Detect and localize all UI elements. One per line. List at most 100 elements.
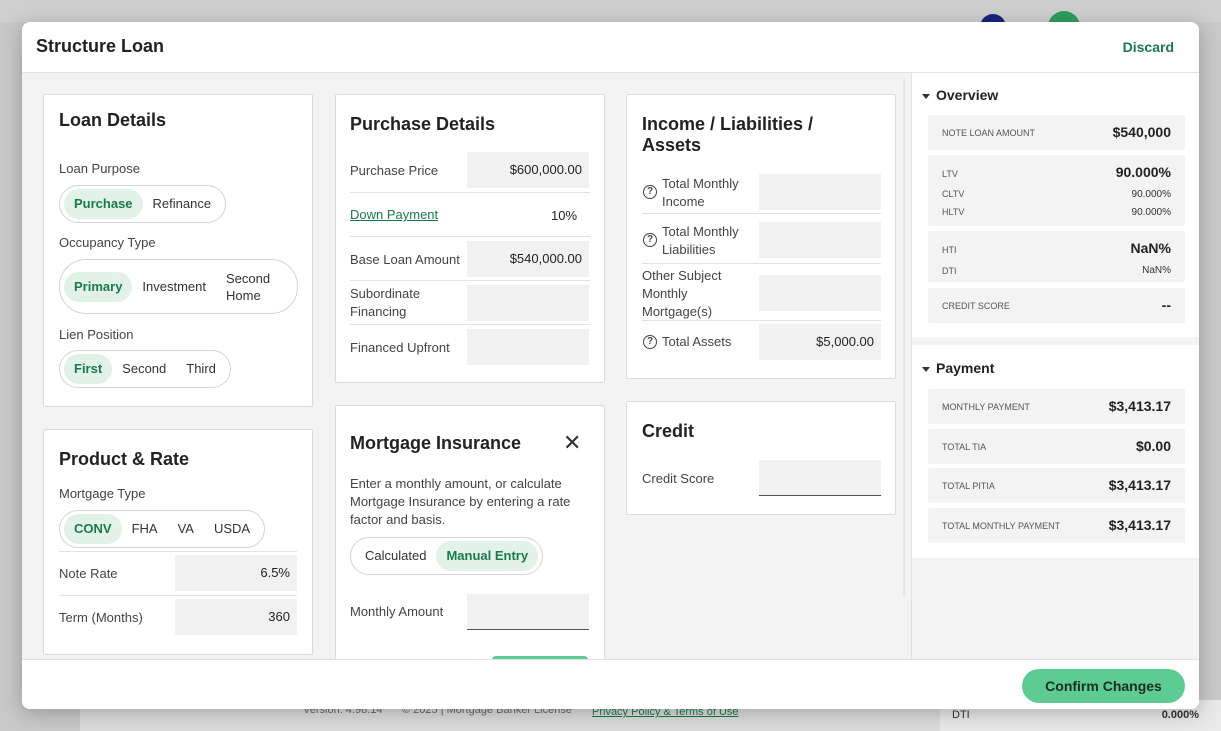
hti-dti-stat: HTI NaN% DTI NaN% bbox=[928, 231, 1185, 282]
main-column[interactable]: Loan Details Loan Purpose Purchase Refin… bbox=[22, 73, 905, 659]
mortgage-type-fha[interactable]: FHA bbox=[122, 514, 168, 544]
help-icon[interactable]: ? bbox=[643, 185, 657, 199]
purchase-price-input[interactable]: $600,000.00 bbox=[467, 152, 589, 188]
ltv-stat: LTV 90.000% CLTV 90.000% HLTV 90.000% bbox=[928, 155, 1185, 226]
total-monthly-payment-label: TOTAL MONTHLY PAYMENT bbox=[942, 521, 1061, 531]
total-tia-value: $0.00 bbox=[1135, 438, 1171, 454]
lien-second[interactable]: Second bbox=[112, 354, 176, 384]
total-tia-label: TOTAL TIA bbox=[942, 442, 987, 452]
divider bbox=[350, 236, 590, 237]
credit-score-label: Credit Score bbox=[642, 471, 715, 486]
base-loan-amount-input[interactable]: $540,000.00 bbox=[467, 241, 589, 277]
background-dti-label: DTI bbox=[952, 709, 970, 721]
divider bbox=[59, 551, 297, 552]
monthly-payment-label: MONTHLY PAYMENT bbox=[942, 402, 1030, 412]
modal-title: Structure Loan bbox=[36, 36, 165, 56]
divider bbox=[59, 595, 297, 596]
summary-panel-bottom bbox=[912, 558, 1199, 659]
summary-panel: Overview NOTE LOAN AMOUNT $540,000 LTV 9… bbox=[911, 73, 1199, 659]
overview-section-toggle[interactable]: Overview bbox=[922, 87, 998, 103]
occupancy-type-label: Occupancy Type bbox=[59, 235, 156, 250]
loan-purpose-purchase[interactable]: Purchase bbox=[64, 189, 143, 219]
confirm-changes-button[interactable]: Confirm Changes bbox=[1022, 669, 1185, 703]
divider bbox=[350, 280, 590, 281]
loan-purpose-toggle: Purchase Refinance bbox=[59, 185, 227, 223]
divider bbox=[350, 192, 590, 193]
mortgage-type-conv[interactable]: CONV bbox=[64, 514, 122, 544]
credit-score-input[interactable] bbox=[759, 460, 881, 496]
income-liabilities-assets-title: Income / Liabilities / Assets bbox=[642, 114, 814, 155]
occupancy-investment[interactable]: Investment bbox=[132, 272, 216, 302]
hltv-value: 90.000% bbox=[1131, 207, 1171, 218]
ltv-label: LTV bbox=[942, 169, 958, 179]
modal-footer: Confirm Changes bbox=[22, 659, 1199, 709]
dti-value: NaN% bbox=[1142, 265, 1171, 276]
mi-mode-toggle: Calculated Manual Entry bbox=[350, 537, 544, 575]
mortgage-insurance-description: Enter a monthly amount, or calculate Mor… bbox=[350, 476, 571, 527]
financed-upfront-label: Financed Upfront bbox=[350, 340, 450, 355]
other-subject-mortgages-input[interactable] bbox=[759, 275, 881, 311]
help-icon[interactable]: ? bbox=[643, 335, 657, 349]
background-topbar bbox=[0, 0, 1221, 22]
subordinate-financing-input[interactable] bbox=[467, 285, 589, 321]
mortgage-insurance-title: Mortgage Insurance bbox=[350, 433, 522, 453]
background-dti-value: 0.000% bbox=[1161, 709, 1199, 721]
hltv-label: HLTV bbox=[942, 207, 965, 217]
income-liabilities-assets-card: Income / Liabilities / Assets ? Total Mo… bbox=[626, 94, 896, 379]
mortgage-type-label: Mortgage Type bbox=[59, 486, 146, 501]
mi-mode-manual-entry[interactable]: Manual Entry bbox=[436, 541, 539, 571]
lien-position-label: Lien Position bbox=[59, 327, 134, 342]
total-monthly-income-input[interactable] bbox=[759, 174, 881, 210]
total-pitia-stat: TOTAL PITIA $3,413.17 bbox=[928, 468, 1185, 503]
mortgage-type-va[interactable]: VA bbox=[168, 514, 204, 544]
note-rate-label: Note Rate bbox=[59, 566, 118, 581]
occupancy-primary[interactable]: Primary bbox=[64, 271, 133, 302]
main-scrollbar[interactable] bbox=[903, 77, 905, 597]
total-monthly-income-label: Total Monthly Income bbox=[662, 176, 739, 209]
subordinate-financing-label: Subordinate Financing bbox=[350, 286, 421, 319]
total-tia-stat: TOTAL TIA $0.00 bbox=[928, 429, 1185, 464]
monthly-payment-stat: MONTHLY PAYMENT $3,413.17 bbox=[928, 389, 1185, 424]
loan-purpose-refinance[interactable]: Refinance bbox=[143, 189, 222, 219]
mortgage-type-usda[interactable]: USDA bbox=[204, 514, 260, 544]
purchase-price-label: Purchase Price bbox=[350, 163, 439, 178]
dti-label: DTI bbox=[942, 266, 957, 276]
product-rate-title: Product & Rate bbox=[59, 449, 190, 469]
total-assets-input[interactable]: $5,000.00 bbox=[759, 324, 881, 360]
caret-down-icon bbox=[922, 93, 930, 99]
credit-score-stat-label: CREDIT SCORE bbox=[942, 301, 1010, 311]
structure-loan-modal: Structure Loan Discard Loan Details Loan… bbox=[22, 22, 1199, 709]
occupancy-type-toggle: Primary Investment Second Home bbox=[59, 259, 298, 314]
total-monthly-payment-value: $3,413.17 bbox=[1108, 517, 1171, 533]
total-monthly-liabilities-label: Total Monthly Liabilities bbox=[662, 224, 739, 257]
note-rate-input[interactable]: 6.5% bbox=[175, 555, 297, 591]
help-icon[interactable]: ? bbox=[643, 233, 657, 247]
loan-details-title: Loan Details bbox=[59, 110, 167, 130]
cltv-value: 90.000% bbox=[1131, 189, 1171, 200]
cltv-label: CLTV bbox=[942, 189, 965, 199]
lien-position-toggle: First Second Third bbox=[59, 350, 231, 388]
monthly-amount-input[interactable] bbox=[467, 594, 589, 630]
mi-mode-calculated[interactable]: Calculated bbox=[355, 541, 436, 571]
monthly-payment-value: $3,413.17 bbox=[1108, 398, 1171, 414]
lien-first[interactable]: First bbox=[64, 354, 113, 384]
total-pitia-value: $3,413.17 bbox=[1108, 477, 1171, 493]
discard-button[interactable]: Discard bbox=[1123, 39, 1174, 55]
lien-third[interactable]: Third bbox=[176, 354, 226, 384]
section-divider bbox=[912, 337, 1199, 345]
hti-value: NaN% bbox=[1130, 240, 1171, 256]
financed-upfront-input[interactable] bbox=[467, 329, 589, 365]
purchase-details-title: Purchase Details bbox=[350, 114, 496, 134]
total-monthly-payment-stat: TOTAL MONTHLY PAYMENT $3,413.17 bbox=[928, 508, 1185, 543]
occupancy-second-home[interactable]: Second Home bbox=[216, 266, 284, 308]
note-loan-amount-stat: NOTE LOAN AMOUNT $540,000 bbox=[928, 115, 1185, 150]
payment-section-toggle[interactable]: Payment bbox=[922, 360, 994, 376]
total-monthly-liabilities-input[interactable] bbox=[759, 222, 881, 258]
term-months-input[interactable]: 360 bbox=[175, 599, 297, 635]
down-payment-link[interactable]: Down Payment bbox=[350, 206, 438, 224]
mortgage-insurance-close-icon[interactable]: ✕ bbox=[563, 432, 581, 454]
overview-title: Overview bbox=[936, 87, 999, 103]
down-payment-value[interactable]: 10% bbox=[551, 208, 577, 223]
note-loan-amount-value: $540,000 bbox=[1112, 124, 1171, 140]
credit-score-stat-value: -- bbox=[1161, 297, 1171, 313]
